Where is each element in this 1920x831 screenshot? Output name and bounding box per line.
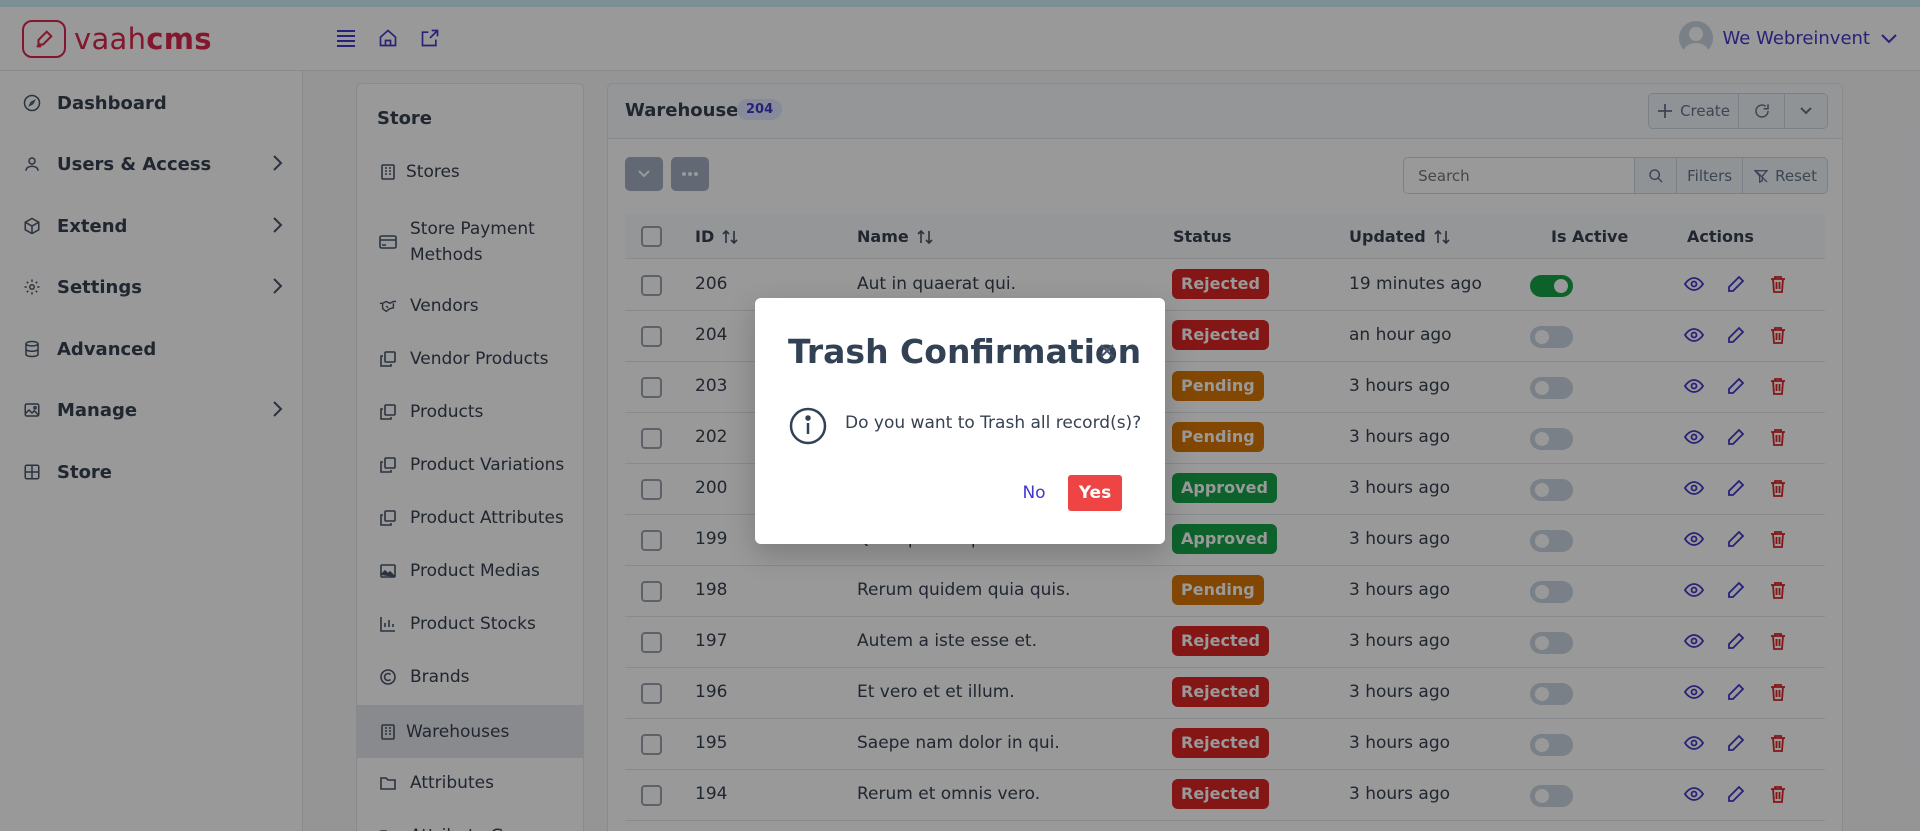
dialog-title: Trash Confirmation [788,332,1142,371]
close-icon[interactable] [1097,341,1117,361]
dialog-message: Do you want to Trash all record(s)? [845,413,1142,433]
trash-confirmation-dialog: Trash Confirmation Do you want to Trash … [755,298,1165,544]
yes-button[interactable]: Yes [1068,475,1122,511]
no-button[interactable]: No [1012,475,1056,511]
info-icon [788,406,828,451]
